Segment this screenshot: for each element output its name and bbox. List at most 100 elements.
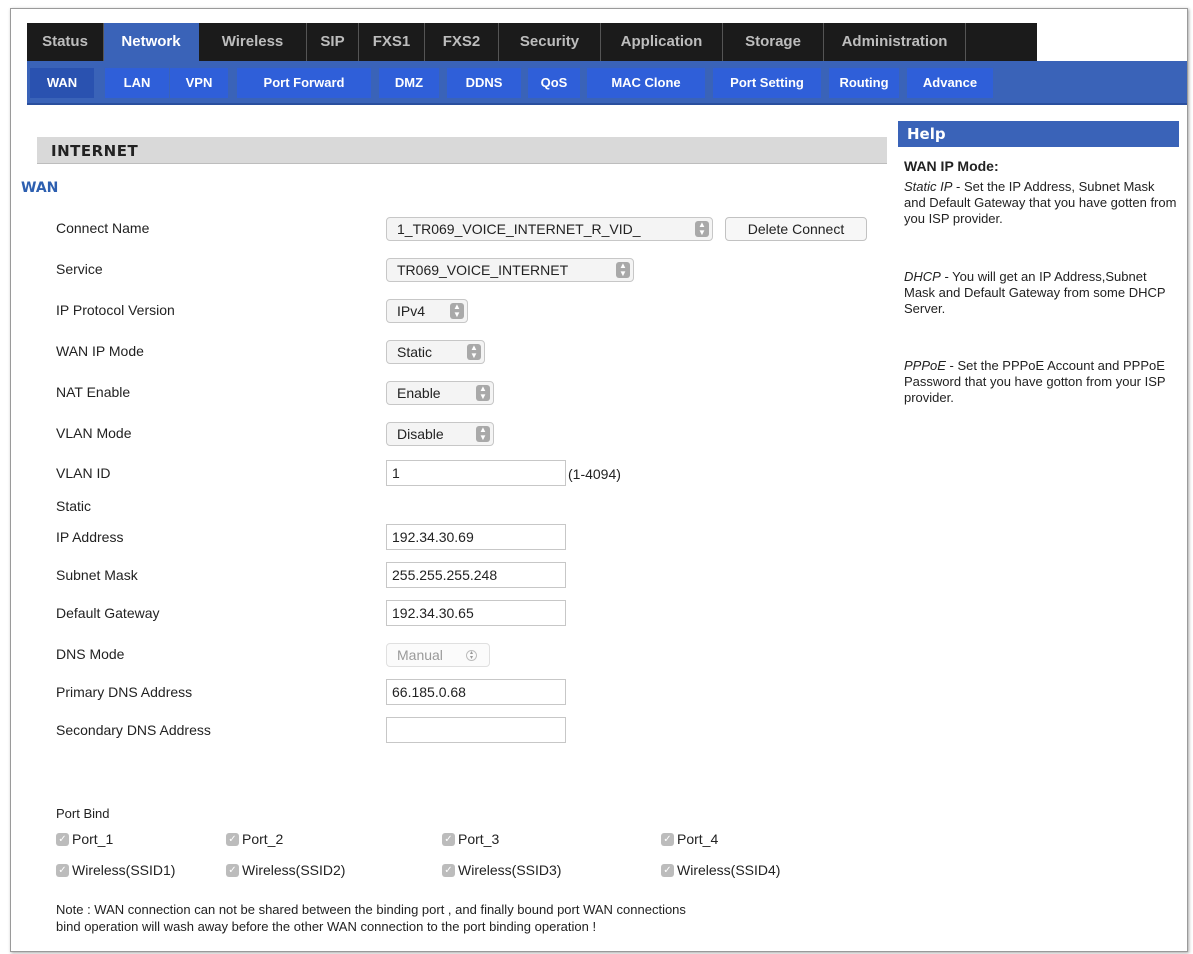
note-line-1: Note : WAN connection can not be shared … [56,902,686,917]
subtab-port-setting[interactable]: Port Setting [713,68,821,98]
delete-connect-button[interactable]: Delete Connect [725,217,867,241]
wan-ip-mode-select[interactable]: Static ▲ ▼ [386,340,485,364]
tab-administration[interactable]: Administration [824,23,966,61]
ssid1-checkbox[interactable]: ✓ Wireless(SSID1) [56,862,175,878]
ssid2-label: Wireless(SSID2) [242,862,346,878]
ssid1-label: Wireless(SSID1) [72,862,176,878]
dns-mode-value: Manual [397,647,443,663]
updown-arrow-icon: ▲ ▼ [476,426,490,442]
help-dhcp-desc: - You will get an IP Address,Subnet Mask… [904,269,1166,316]
vlan-id-range-hint: (1-4094) [568,466,621,482]
tab-network[interactable]: Network [104,23,199,61]
tab-status[interactable]: Status [27,23,104,61]
primary-dns-input[interactable]: 66.185.0.68 [386,679,566,705]
tab-wireless[interactable]: Wireless [199,23,307,61]
router-admin-window: Status Network Wireless SIP FXS1 FXS2 Se… [10,8,1188,952]
ssid3-label: Wireless(SSID3) [458,862,562,878]
subtab-advance[interactable]: Advance [907,68,993,98]
top-nav: Status Network Wireless SIP FXS1 FXS2 Se… [27,23,1037,61]
port-1-checkbox[interactable]: ✓ Port_1 [56,831,113,847]
nat-enable-label: NAT Enable [56,384,131,400]
vlan-mode-label: VLAN Mode [56,425,132,441]
section-header-internet: INTERNET [37,137,887,164]
port-2-label: Port_2 [242,831,284,847]
subsection-title-wan: WAN [21,180,59,196]
port-1-label: Port_1 [72,831,114,847]
help-pppoe-text: PPPoE - Set the PPPoE Account and PPPoE … [904,358,1179,406]
ssid3-checkbox[interactable]: ✓ Wireless(SSID3) [442,862,561,878]
help-title: Help [907,125,946,143]
subtab-ddns[interactable]: DDNS [447,68,521,98]
checkmark-icon: ✓ [56,863,69,877]
tab-fxs2[interactable]: FXS2 [425,23,499,61]
wan-ip-mode-label: WAN IP Mode [56,343,144,359]
static-label: Static [56,498,92,514]
vlan-id-label: VLAN ID [56,465,111,481]
help-dhcp-term: DHCP [904,269,941,284]
updown-arrow-icon: ▲ ▼ [476,385,490,401]
secondary-dns-label: Secondary DNS Address [56,722,211,738]
subtab-qos[interactable]: QoS [528,68,580,98]
default-gateway-label: Default Gateway [56,605,160,621]
nat-enable-value: Enable [397,385,441,401]
updown-arrow-icon: ▴ ▾ [466,650,477,661]
subtab-wan[interactable]: WAN [30,68,94,98]
updown-arrow-icon: ▲ ▼ [467,344,481,360]
nat-enable-select[interactable]: Enable ▲ ▼ [386,381,494,405]
help-pppoe-term: PPPoE [904,358,946,373]
subtab-routing[interactable]: Routing [829,68,899,98]
tab-security[interactable]: Security [499,23,601,61]
subtab-lan[interactable]: LAN [105,68,169,98]
checkmark-icon: ✓ [442,832,455,846]
subtab-mac-clone[interactable]: MAC Clone [587,68,705,98]
vlan-id-input[interactable]: 1 [386,460,566,486]
service-select[interactable]: TR069_VOICE_INTERNET ▲ ▼ [386,258,634,282]
checkmark-icon: ✓ [661,832,674,846]
checkmark-icon: ✓ [226,832,239,846]
ip-address-input[interactable]: 192.34.30.69 [386,524,566,550]
checkmark-icon: ✓ [226,863,239,877]
ip-address-label: IP Address [56,529,124,545]
section-title: INTERNET [51,142,139,160]
ssid4-checkbox[interactable]: ✓ Wireless(SSID4) [661,862,780,878]
help-heading: WAN IP Mode: [904,158,999,174]
tab-storage[interactable]: Storage [723,23,824,61]
updown-arrow-icon: ▲ ▼ [695,221,709,237]
port-3-label: Port_3 [458,831,500,847]
help-static-term: Static IP [904,179,953,194]
subtab-vpn[interactable]: VPN [170,68,228,98]
sub-nav: WAN LAN VPN Port Forward DMZ DDNS QoS MA… [27,61,1187,105]
ssid2-checkbox[interactable]: ✓ Wireless(SSID2) [226,862,345,878]
wan-ip-mode-value: Static [397,344,433,360]
port-4-checkbox[interactable]: ✓ Port_4 [661,831,718,847]
connect-name-select[interactable]: 1_TR069_VOICE_INTERNET_R_VID_ ▲ ▼ [386,217,713,241]
service-label: Service [56,261,103,277]
help-static-ip-text: Static IP - Set the IP Address, Subnet M… [904,179,1179,227]
tab-sip[interactable]: SIP [307,23,359,61]
ip-protocol-select[interactable]: IPv4 ▲ ▼ [386,299,468,323]
subtab-dmz[interactable]: DMZ [379,68,439,98]
dns-mode-label: DNS Mode [56,646,125,662]
tab-fxs1[interactable]: FXS1 [359,23,425,61]
note-line-2: bind operation will wash away before the… [56,919,597,934]
checkmark-icon: ✓ [661,863,674,877]
ip-protocol-label: IP Protocol Version [56,302,175,318]
tab-application[interactable]: Application [601,23,723,61]
port-3-checkbox[interactable]: ✓ Port_3 [442,831,499,847]
updown-arrow-icon: ▲ ▼ [616,262,630,278]
port-2-checkbox[interactable]: ✓ Port_2 [226,831,283,847]
subnet-mask-input[interactable]: 255.255.255.248 [386,562,566,588]
dns-mode-select: Manual ▴ ▾ [386,643,490,667]
vlan-mode-select[interactable]: Disable ▲ ▼ [386,422,494,446]
updown-arrow-icon: ▲ ▼ [450,303,464,319]
checkmark-icon: ✓ [56,832,69,846]
subnet-mask-label: Subnet Mask [56,567,138,583]
subtab-port-forward[interactable]: Port Forward [237,68,371,98]
secondary-dns-input[interactable] [386,717,566,743]
vlan-mode-value: Disable [397,426,444,442]
help-header: Help [898,121,1179,147]
default-gateway-input[interactable]: 192.34.30.65 [386,600,566,626]
port-bind-label: Port Bind [56,806,110,821]
service-value: TR069_VOICE_INTERNET [397,262,569,278]
ssid4-label: Wireless(SSID4) [677,862,781,878]
